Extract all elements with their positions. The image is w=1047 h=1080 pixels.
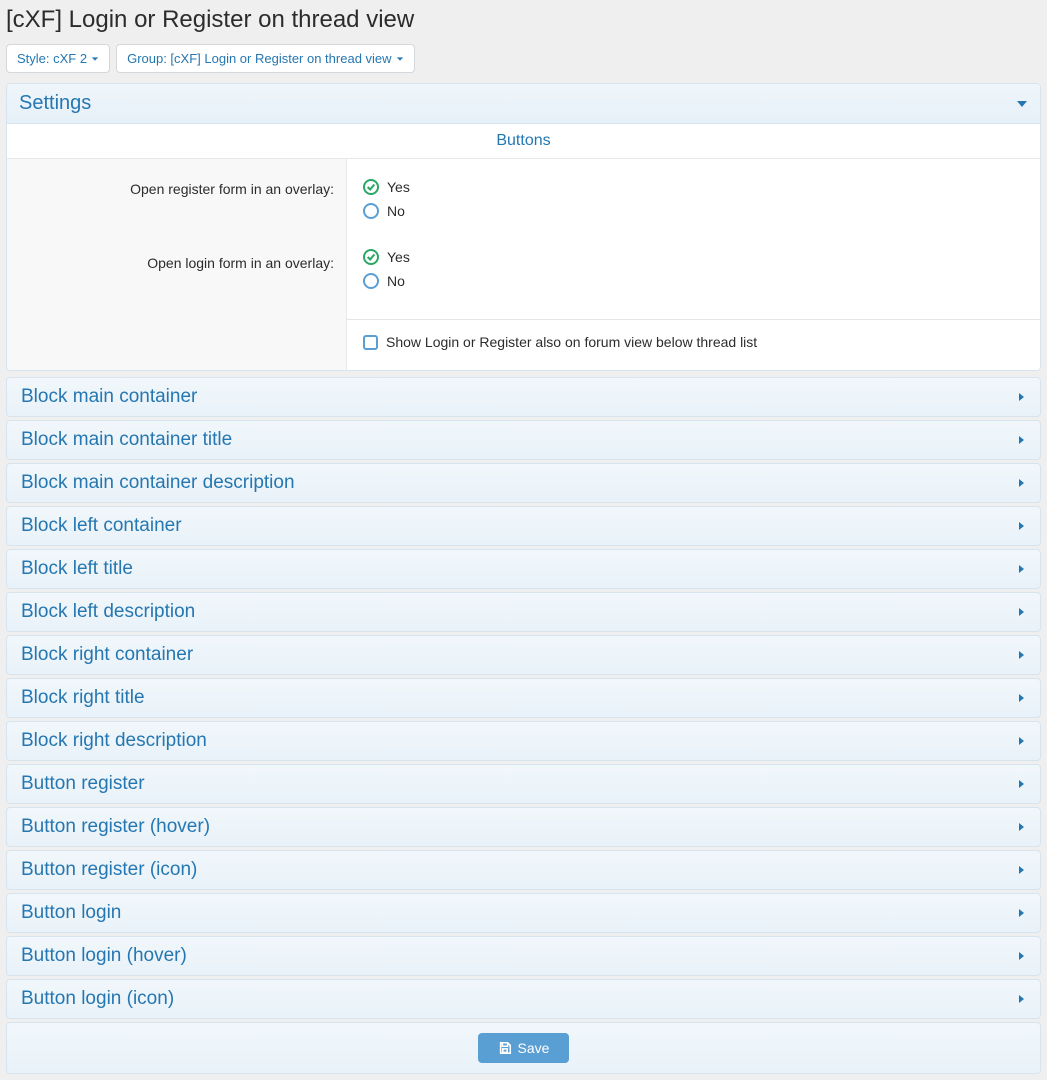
collapsed-panel-title: Button login (21, 902, 121, 924)
collapsed-panel[interactable]: Button register (icon) (6, 850, 1041, 890)
caret-right-icon (1016, 521, 1026, 531)
form-controls-column: Yes No Yes N (347, 159, 1040, 370)
caret-right-icon (1016, 779, 1026, 789)
collapsed-panel[interactable]: Button register (hover) (6, 807, 1041, 847)
settings-form: Open register form in an overlay: Open l… (7, 159, 1040, 370)
collapsed-panel-title: Block left container (21, 515, 182, 537)
save-icon (498, 1041, 512, 1055)
collapsed-panel-title: Block main container description (21, 472, 295, 494)
caret-right-icon (1016, 994, 1026, 1004)
collapsed-panel[interactable]: Button login (icon) (6, 979, 1041, 1019)
dropdown-bar: Style: cXF 2 Group: [cXF] Login or Regis… (6, 44, 1041, 73)
collapsed-panel[interactable]: Block right title (6, 678, 1041, 718)
show-on-forum-view-checkbox[interactable]: Show Login or Register also on forum vie… (363, 334, 1024, 350)
radio-label: Yes (387, 179, 410, 195)
login-overlay-label: Open login form in an overlay: (27, 255, 334, 271)
collapsed-panel[interactable]: Button login (6, 893, 1041, 933)
collapsed-panel-title: Button login (icon) (21, 988, 174, 1010)
collapsed-panel-title: Block main container (21, 386, 197, 408)
group-dropdown-label: Group: [cXF] Login or Register on thread… (127, 51, 391, 66)
page-title: [cXF] Login or Register on thread view (6, 6, 1041, 34)
caret-right-icon (1016, 736, 1026, 746)
radio-unchecked-icon (363, 203, 379, 219)
save-button[interactable]: Save (478, 1033, 570, 1063)
register-overlay-yes-radio[interactable]: Yes (363, 179, 1024, 195)
collapsed-panel[interactable]: Block right container (6, 635, 1041, 675)
caret-right-icon (1016, 865, 1026, 875)
save-button-label: Save (518, 1040, 550, 1056)
collapsed-panel-title: Block right title (21, 687, 145, 709)
collapsed-panel-title: Button register (21, 773, 145, 795)
collapsed-panel[interactable]: Block main container title (6, 420, 1041, 460)
radio-checked-icon (363, 179, 379, 195)
radio-label: No (387, 203, 405, 219)
form-labels-column: Open register form in an overlay: Open l… (7, 159, 347, 370)
footer-bar: Save (6, 1022, 1041, 1074)
collapsed-panel-title: Block left title (21, 558, 133, 580)
radio-label: Yes (387, 249, 410, 265)
collapsed-panel-title: Block right description (21, 730, 207, 752)
checkbox-unchecked-icon (363, 335, 378, 350)
style-dropdown[interactable]: Style: cXF 2 (6, 44, 110, 73)
radio-unchecked-icon (363, 273, 379, 289)
collapsed-panel[interactable]: Button register (6, 764, 1041, 804)
caret-right-icon (1016, 478, 1026, 488)
collapsed-panel[interactable]: Block main container (6, 377, 1041, 417)
collapsed-panel[interactable]: Block right description (6, 721, 1041, 761)
login-overlay-yes-radio[interactable]: Yes (363, 249, 1024, 265)
register-overlay-label: Open register form in an overlay: (27, 181, 334, 197)
register-overlay-radio-group: Yes No (363, 179, 1024, 219)
caret-right-icon (1016, 435, 1026, 445)
settings-subheading: Buttons (7, 124, 1040, 159)
collapsed-panel[interactable]: Button login (hover) (6, 936, 1041, 976)
caret-down-icon (91, 55, 99, 63)
caret-right-icon (1016, 693, 1026, 703)
caret-right-icon (1016, 951, 1026, 961)
settings-panel: Settings Buttons Open register form in a… (6, 83, 1041, 371)
caret-down-icon (396, 55, 404, 63)
caret-right-icon (1016, 822, 1026, 832)
radio-checked-icon (363, 249, 379, 265)
radio-label: No (387, 273, 405, 289)
caret-right-icon (1016, 650, 1026, 660)
caret-right-icon (1016, 392, 1026, 402)
collapsed-panel-title: Button register (icon) (21, 859, 197, 881)
collapsed-panel[interactable]: Block left title (6, 549, 1041, 589)
collapsed-panel-title: Block main container title (21, 429, 232, 451)
settings-panel-header[interactable]: Settings (7, 84, 1040, 124)
collapsed-panel[interactable]: Block left container (6, 506, 1041, 546)
register-overlay-no-radio[interactable]: No (363, 203, 1024, 219)
collapsed-panel[interactable]: Block left description (6, 592, 1041, 632)
checkbox-label: Show Login or Register also on forum vie… (386, 334, 757, 350)
login-overlay-radio-group: Yes No (363, 249, 1024, 289)
separator (347, 319, 1040, 320)
caret-down-icon (1016, 98, 1028, 110)
caret-right-icon (1016, 908, 1026, 918)
collapsed-panel-title: Block left description (21, 601, 195, 623)
caret-right-icon (1016, 564, 1026, 574)
collapsed-panel-list: Block main container Block main container… (6, 377, 1041, 1019)
collapsed-panel[interactable]: Block main container description (6, 463, 1041, 503)
group-dropdown[interactable]: Group: [cXF] Login or Register on thread… (116, 44, 414, 73)
style-dropdown-label: Style: cXF 2 (17, 51, 87, 66)
caret-right-icon (1016, 607, 1026, 617)
settings-panel-title: Settings (19, 92, 91, 115)
collapsed-panel-title: Button login (hover) (21, 945, 187, 967)
collapsed-panel-title: Button register (hover) (21, 816, 210, 838)
collapsed-panel-title: Block right container (21, 644, 193, 666)
login-overlay-no-radio[interactable]: No (363, 273, 1024, 289)
